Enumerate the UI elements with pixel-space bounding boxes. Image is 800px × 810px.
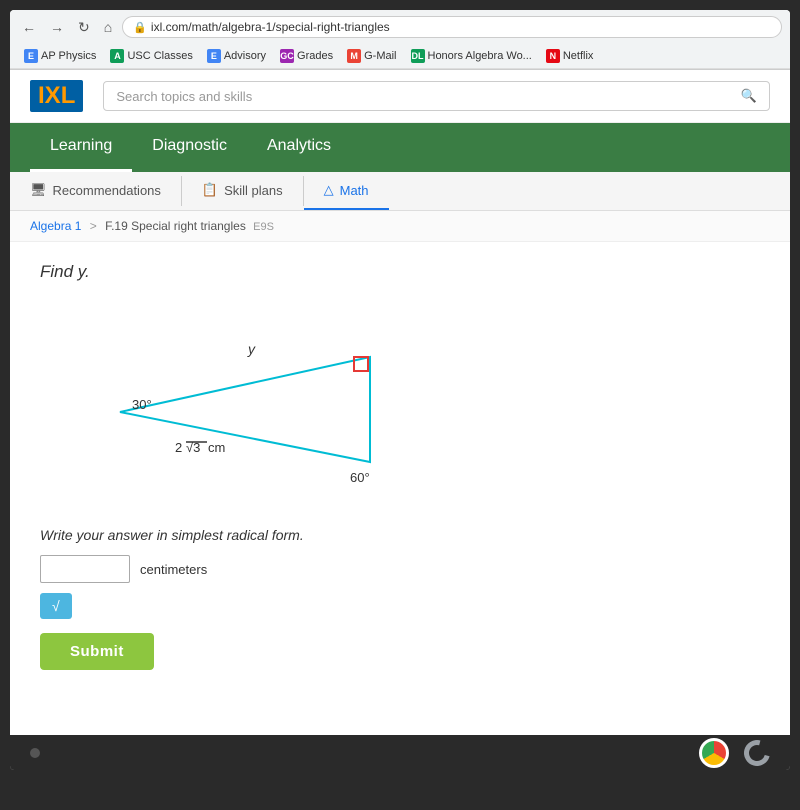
- answer-section: Write your answer in simplest radical fo…: [40, 527, 760, 670]
- ixl-header: IXL Search topics and skills 🔍: [10, 70, 790, 123]
- bookmark-gmail-label: G-Mail: [364, 50, 396, 62]
- bookmark-grades[interactable]: GC Grades: [274, 47, 339, 65]
- breadcrumb-current: F.19 Special right triangles: [105, 219, 246, 233]
- bookmark-ap-physics-icon: E: [24, 49, 38, 63]
- triangle-diagram: y 30° 2 √3 cm 60°: [60, 302, 760, 507]
- address-text: ixl.com/math/algebra-1/special-right-tri…: [151, 20, 390, 34]
- bookmark-ap-physics-label: AP Physics: [41, 50, 96, 62]
- side-label: 2: [175, 440, 182, 455]
- search-placeholder-text: Search topics and skills: [116, 89, 732, 104]
- bookmark-advisory-icon: E: [207, 49, 221, 63]
- breadcrumb-parent[interactable]: Algebra 1: [30, 219, 81, 233]
- tab-diagnostic[interactable]: Diagnostic: [132, 123, 247, 172]
- lock-icon: 🔒: [133, 21, 147, 34]
- bookmark-usc-label: USC Classes: [127, 50, 192, 62]
- cm-label: cm: [208, 440, 225, 455]
- bookmark-grades-label: Grades: [297, 50, 333, 62]
- bottom-bar: [10, 735, 790, 770]
- sub-nav-skill-plans[interactable]: 📋 Skill plans: [182, 172, 303, 210]
- bookmark-grades-icon: GC: [280, 49, 294, 63]
- math-icon: △: [324, 182, 334, 198]
- back-button[interactable]: ←: [18, 17, 40, 37]
- nav-bar: ← → ↻ ⌂ 🔒 ixl.com/math/algebra-1/special…: [10, 10, 790, 44]
- recommendations-label: Recommendations: [53, 183, 161, 198]
- bookmark-gmail[interactable]: M G-Mail: [341, 47, 402, 65]
- bookmark-netflix-icon: N: [546, 49, 560, 63]
- content-area: Find y. y 30° 2 √3 cm: [10, 242, 790, 690]
- submit-button[interactable]: Submit: [40, 633, 154, 670]
- bookmark-honors-icon: DL: [411, 49, 425, 63]
- ixl-logo-accent: X: [45, 82, 61, 109]
- bookmark-netflix[interactable]: N Netflix: [540, 47, 600, 65]
- answer-instruction: Write your answer in simplest radical fo…: [40, 527, 760, 543]
- bookmark-advisory-label: Advisory: [224, 50, 266, 62]
- bookmark-advisory[interactable]: E Advisory: [201, 47, 272, 65]
- nav-tabs: Learning Diagnostic Analytics: [10, 123, 790, 172]
- bookmark-honors[interactable]: DL Honors Algebra Wo...: [405, 47, 538, 65]
- ixl-logo-text2: L: [61, 82, 76, 109]
- home-button[interactable]: ⌂: [100, 17, 116, 37]
- skill-code: E9S: [253, 221, 274, 233]
- forward-button[interactable]: →: [46, 17, 68, 37]
- angle-60: 60°: [350, 470, 370, 485]
- ixl-logo-text: I: [38, 82, 45, 109]
- bookmark-honors-label: Honors Algebra Wo...: [428, 50, 532, 62]
- answer-unit: centimeters: [140, 562, 207, 577]
- answer-row: centimeters: [40, 555, 760, 583]
- bookmark-gmail-icon: M: [347, 49, 361, 63]
- bookmark-usc[interactable]: A USC Classes: [104, 47, 198, 65]
- sub-nav-math[interactable]: △ Math: [304, 172, 389, 210]
- breadcrumb: Algebra 1 > F.19 Special right triangles…: [10, 211, 790, 242]
- bookmark-netflix-label: Netflix: [563, 50, 594, 62]
- sub-nav-recommendations[interactable]: 🖥 Recommendations: [10, 172, 181, 210]
- math-label: Math: [340, 183, 369, 198]
- y-label: y: [247, 341, 256, 357]
- skill-plans-label: Skill plans: [224, 183, 283, 198]
- chrome-c-icon: [739, 735, 775, 770]
- skill-plans-icon: 📋: [202, 182, 218, 198]
- bookmark-usc-icon: A: [110, 49, 124, 63]
- chrome-icon: [699, 738, 729, 768]
- triangle-svg: y 30° 2 √3 cm 60°: [60, 302, 380, 502]
- search-bar[interactable]: Search topics and skills 🔍: [103, 81, 770, 111]
- bookmark-ap-physics[interactable]: E AP Physics: [18, 47, 102, 65]
- breadcrumb-separator: >: [90, 219, 97, 233]
- answer-input[interactable]: [40, 555, 130, 583]
- tab-analytics[interactable]: Analytics: [247, 123, 351, 172]
- ixl-page: IXL Search topics and skills 🔍 Learning …: [10, 70, 790, 690]
- angle-30: 30°: [132, 397, 152, 412]
- sub-nav: 🖥 Recommendations 📋 Skill plans △ Math: [10, 172, 790, 211]
- address-bar[interactable]: 🔒 ixl.com/math/algebra-1/special-right-t…: [122, 16, 782, 38]
- search-icon: 🔍: [741, 88, 757, 104]
- dot-indicator: [30, 748, 40, 758]
- recommendations-icon: 🖥: [30, 182, 47, 198]
- problem-prompt: Find y.: [40, 262, 760, 282]
- tab-learning[interactable]: Learning: [30, 123, 132, 172]
- refresh-button[interactable]: ↻: [74, 17, 94, 38]
- sqrt-button[interactable]: √: [40, 593, 72, 619]
- bookmarks-bar: E AP Physics A USC Classes E Advisory GC…: [10, 44, 790, 69]
- ixl-logo: IXL: [30, 80, 83, 112]
